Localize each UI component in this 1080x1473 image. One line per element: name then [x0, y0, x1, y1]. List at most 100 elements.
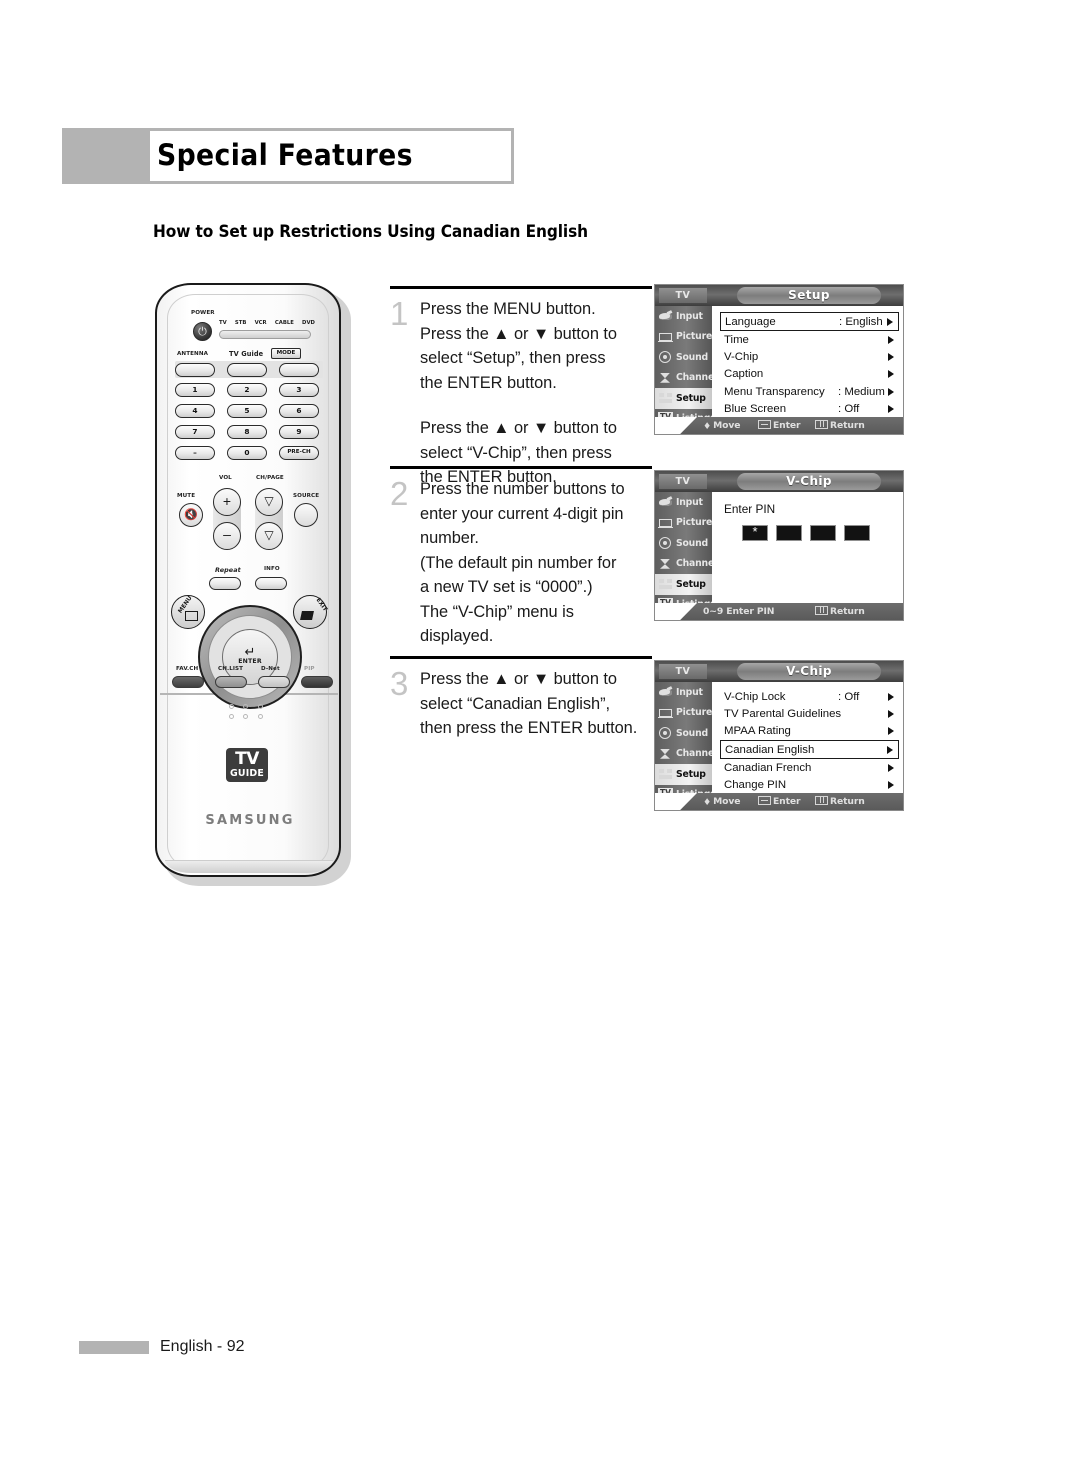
pin-digit-box-4[interactable]: [844, 525, 870, 541]
step-line: enter your current 4-digit pin: [420, 504, 624, 523]
mode-button[interactable]: [279, 363, 319, 377]
d-net-button[interactable]: [258, 676, 290, 688]
sidebar-item-input[interactable]: Input: [655, 682, 712, 703]
osd-bottom-notch: [655, 603, 697, 620]
key-3[interactable]: 3: [279, 383, 319, 397]
key-pre-ch[interactable]: PRE-CH: [279, 446, 319, 460]
sidebar-item-channel[interactable]: Channel: [655, 368, 717, 389]
menu-row-tv-parental-guidelines[interactable]: TV Parental Guidelines: [720, 705, 899, 722]
menu-row-menu-transparency[interactable]: Menu Transparency : Medium: [720, 383, 899, 400]
setup-icon: [658, 577, 674, 591]
pip-button[interactable]: [301, 676, 333, 688]
sidebar-item-sound[interactable]: Sound: [655, 347, 712, 368]
channel-down-button[interactable]: ▽: [255, 522, 283, 550]
pip-label: PIP: [304, 666, 315, 672]
navigation-dpad[interactable]: ↵ ENTER: [198, 605, 302, 709]
sidebar-item-picture[interactable]: Picture: [655, 703, 712, 724]
sidebar-item-input[interactable]: Input: [655, 306, 712, 327]
sidebar-item-label: Channel: [676, 372, 718, 384]
ir-dot: [243, 714, 249, 719]
menu-row-canadian-english[interactable]: Canadian English: [720, 740, 899, 760]
minus-icon: –: [223, 526, 231, 542]
power-button[interactable]: [193, 322, 212, 341]
channel-icon: [658, 747, 674, 761]
menu-row-vchip[interactable]: V-Chip: [720, 348, 899, 365]
tv-guide-button[interactable]: [227, 363, 267, 377]
ch-list-button[interactable]: [215, 676, 247, 688]
sidebar-item-input[interactable]: Input: [655, 492, 712, 513]
key-8[interactable]: 8: [227, 425, 267, 439]
sidebar-item-sound[interactable]: Sound: [655, 723, 712, 744]
osd-bottom-hint-bar: ♦ Move Enter Return: [655, 417, 903, 434]
page-title: Special Features: [157, 138, 413, 172]
menu-button[interactable]: MENU: [171, 595, 205, 629]
key-2[interactable]: 2: [227, 383, 267, 397]
sidebar-item-setup[interactable]: Setup: [655, 764, 712, 785]
fav-ch-button[interactable]: [172, 676, 204, 688]
menu-row-time[interactable]: Time: [720, 331, 899, 348]
sidebar-item-channel[interactable]: Channel: [655, 554, 717, 575]
picture-icon: [658, 706, 674, 720]
chevron-right-icon: [888, 763, 894, 772]
chevron-right-icon: [888, 405, 894, 414]
repeat-button[interactable]: [209, 577, 241, 590]
chevron-right-icon: [888, 353, 894, 362]
step-line: Press the ▲ or ▼ button to: [420, 324, 617, 343]
chevron-right-icon: [888, 710, 894, 719]
volume-down-button[interactable]: –: [213, 522, 241, 550]
info-button[interactable]: [255, 577, 287, 590]
key-1[interactable]: 1: [175, 383, 215, 397]
sidebar-item-label: Sound: [676, 727, 708, 739]
menu-row-change-pin[interactable]: Change PIN: [720, 777, 899, 794]
pin-digit-box-1[interactable]: [742, 524, 768, 541]
antenna-button[interactable]: [175, 363, 215, 377]
exit-button[interactable]: EXIT: [293, 595, 328, 629]
pin-digit-box-3[interactable]: [810, 525, 836, 541]
power-label: POWER: [191, 310, 215, 316]
chevron-right-icon: [887, 317, 893, 326]
step-line: Press the ▲ or ▼ button to: [420, 670, 617, 688]
menu-row-vchip-lock[interactable]: V-Chip Lock : Off: [720, 688, 899, 705]
key-9[interactable]: 9: [279, 425, 319, 439]
key-5[interactable]: 5: [227, 404, 267, 418]
pin-digit-box-2[interactable]: [776, 525, 802, 541]
d-net-label: D-Net: [261, 666, 280, 672]
sidebar-item-label: Sound: [676, 351, 708, 363]
source-button[interactable]: [294, 503, 318, 527]
menu-row-blue-screen[interactable]: Blue Screen : Off: [720, 401, 899, 418]
sidebar-item-setup[interactable]: Setup: [655, 388, 712, 409]
device-selector-strip[interactable]: [219, 330, 311, 339]
volume-up-button[interactable]: +: [213, 488, 241, 516]
key-7[interactable]: 7: [175, 425, 215, 439]
menu-row-canadian-french[interactable]: Canadian French: [720, 759, 899, 776]
step-number: 3: [390, 665, 409, 702]
key-0[interactable]: 0: [227, 446, 267, 460]
menu-row-mpaa-rating[interactable]: MPAA Rating: [720, 723, 899, 740]
ir-dot: [228, 704, 234, 709]
mute-button[interactable]: 🔇: [179, 503, 203, 527]
sidebar-item-setup[interactable]: Setup: [655, 574, 712, 595]
channel-up-button[interactable]: ▽: [255, 488, 283, 516]
step-text: Press the ▲ or ▼ button to select “Canad…: [420, 667, 637, 741]
sidebar-item-sound[interactable]: Sound: [655, 533, 712, 554]
step-line: then press the ENTER button.: [420, 719, 638, 737]
key-4[interactable]: 4: [175, 404, 215, 418]
picture-icon: [658, 330, 674, 344]
osd-title: V-Chip: [737, 473, 881, 490]
osd-content: V-Chip Lock : Off TV Parental Guidelines…: [712, 682, 903, 810]
sidebar-item-channel[interactable]: Channel: [655, 744, 717, 765]
enter-key-icon: [758, 420, 771, 429]
step-line: (The default pin number for: [420, 553, 617, 572]
pin-entry-group[interactable]: [742, 524, 870, 541]
osd-bottom-notch: [655, 417, 697, 434]
key-dash[interactable]: –: [175, 446, 215, 460]
channel-icon: [658, 371, 674, 385]
enter-arrow-icon: ↵: [244, 644, 256, 659]
ir-dot: [243, 704, 249, 709]
sidebar-item-picture[interactable]: Picture: [655, 513, 712, 534]
menu-row-language[interactable]: Language : English: [720, 312, 899, 331]
sidebar-item-picture[interactable]: Picture: [655, 327, 712, 348]
key-6[interactable]: 6: [279, 404, 319, 418]
osd-tv-tag: TV: [659, 664, 707, 679]
menu-row-caption[interactable]: Caption: [720, 366, 899, 383]
